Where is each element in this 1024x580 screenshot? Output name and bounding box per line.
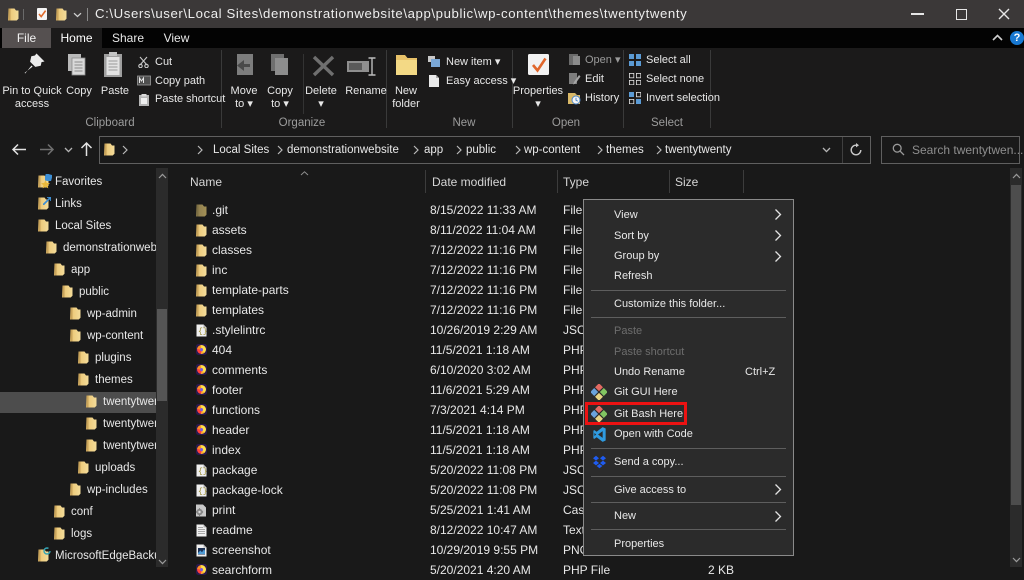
svg-text:{}: {} (198, 468, 207, 477)
svg-text:{}: {} (198, 328, 207, 337)
svg-text:{}: {} (198, 488, 207, 497)
